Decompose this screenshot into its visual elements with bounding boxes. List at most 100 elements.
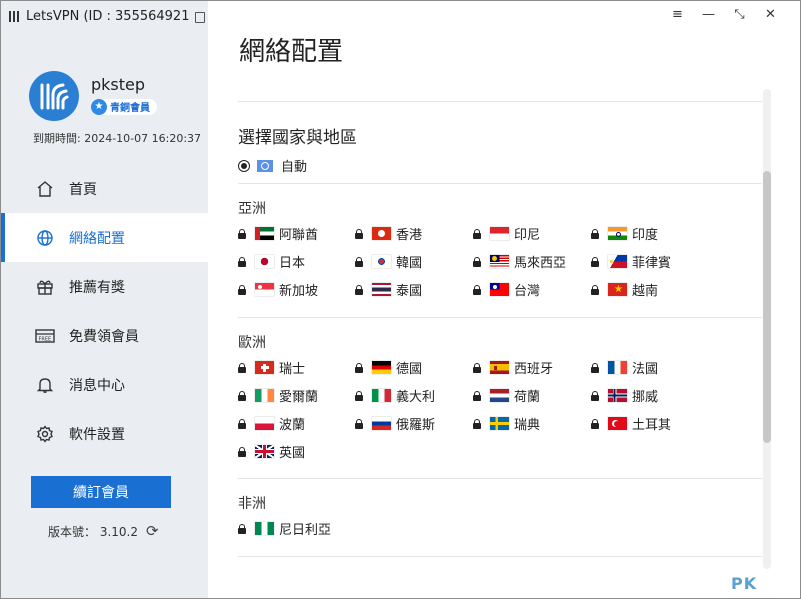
flag-fr-icon — [608, 361, 627, 374]
lock-icon — [591, 256, 599, 267]
lock-icon — [238, 523, 246, 534]
gear-icon — [35, 424, 55, 444]
country-name: 韓國 — [396, 256, 423, 271]
auto-select-option[interactable]: 自動 — [238, 156, 307, 175]
flag-ch-icon — [255, 361, 274, 374]
country-item[interactable]: 印尼 — [473, 224, 540, 243]
window-controls: ≡ — ⤡ ✕ — [662, 5, 786, 23]
country-item[interactable]: 俄羅斯 — [355, 414, 435, 433]
country-item[interactable]: 日本 — [238, 252, 305, 271]
flag-jp-icon — [255, 255, 274, 268]
menu-icon[interactable]: ≡ — [662, 5, 693, 23]
country-item[interactable]: 馬來西亞 — [473, 252, 566, 271]
country-item[interactable]: 香港 — [355, 224, 422, 243]
sidebar-item-settings[interactable]: 軟件設置 — [1, 409, 208, 458]
sidebar-item-network[interactable]: 網絡配置 — [1, 213, 208, 262]
flag-it-icon — [372, 389, 391, 402]
country-item[interactable]: 菲律賓 — [591, 252, 671, 271]
flag-ae-icon — [255, 227, 274, 240]
flag-vn-icon: ★ — [608, 283, 627, 296]
country-item[interactable]: 瑞士 — [238, 358, 305, 377]
country-item[interactable]: 西班牙 — [473, 358, 553, 377]
country-name: 瑞典 — [514, 418, 541, 433]
lock-icon — [591, 390, 599, 401]
country-item[interactable]: 挪威 — [591, 386, 658, 405]
country-item[interactable]: 尼日利亞 — [238, 519, 331, 538]
refresh-icon[interactable]: ⟳ — [146, 522, 159, 540]
country-item[interactable]: ★ 越南 — [591, 280, 658, 299]
free-ticket-icon: FREE — [35, 326, 55, 346]
country-name: 波蘭 — [279, 418, 306, 433]
minimize-icon[interactable]: — — [693, 5, 724, 23]
country-name: 西班牙 — [514, 362, 554, 377]
country-name: 阿聯酋 — [279, 228, 319, 243]
country-item[interactable]: 泰國 — [355, 280, 422, 299]
main-panel: ≡ — ⤡ ✕ 網絡配置 選擇國家與地區 自動 亞洲 阿聯酋 香港 印尼 印度 日本 韓國… — [208, 1, 800, 598]
flag-tw-icon — [490, 283, 509, 296]
lock-icon — [591, 284, 599, 295]
country-name: 日本 — [279, 256, 306, 271]
flag-pl-icon — [255, 417, 274, 430]
sidebar-item-messages[interactable]: 消息中心 — [1, 360, 208, 409]
country-item[interactable]: 德國 — [355, 358, 422, 377]
bell-icon — [35, 375, 55, 395]
lock-icon — [238, 228, 246, 239]
username: pkstep — [91, 75, 146, 94]
lock-icon — [473, 256, 481, 267]
sidebar-item-free-membership[interactable]: FREE 免費領會員 — [1, 311, 208, 360]
sidebar-item-label: 軟件設置 — [69, 426, 125, 443]
country-name: 馬來西亞 — [514, 256, 567, 271]
app-logo-icon — [9, 10, 20, 22]
country-item[interactable]: 印度 — [591, 224, 658, 243]
lock-icon — [238, 446, 246, 457]
flag-es-icon — [490, 361, 509, 374]
country-item[interactable]: 荷蘭 — [473, 386, 540, 405]
sidebar-item-label: 消息中心 — [69, 377, 125, 394]
country-name: 英國 — [279, 446, 306, 461]
copy-icon[interactable] — [195, 11, 206, 23]
flag-in-icon — [608, 227, 627, 240]
lock-icon — [591, 418, 599, 429]
country-item[interactable]: 法國 — [591, 358, 658, 377]
country-item[interactable]: 韓國 — [355, 252, 422, 271]
country-name: 俄羅斯 — [396, 418, 436, 433]
country-item[interactable]: 瑞典 — [473, 414, 540, 433]
sidebar-item-home[interactable]: 首頁 — [1, 164, 208, 213]
country-name: 瑞士 — [279, 362, 306, 377]
lock-icon — [473, 418, 481, 429]
sidebar-item-referral[interactable]: 推薦有獎 — [1, 262, 208, 311]
lock-icon — [473, 362, 481, 373]
country-name: 越南 — [632, 284, 659, 299]
country-item[interactable]: 英國 — [238, 442, 305, 461]
radio-selected-icon[interactable] — [238, 159, 250, 172]
scrollbar[interactable] — [763, 89, 771, 569]
country-name: 新加坡 — [279, 284, 319, 299]
sidebar-item-label: 網絡配置 — [69, 230, 125, 247]
region-title-asia: 亞洲 — [238, 201, 266, 217]
close-icon[interactable]: ✕ — [755, 5, 786, 23]
lock-icon — [473, 284, 481, 295]
country-name: 愛爾蘭 — [279, 390, 319, 405]
country-item[interactable]: 義大利 — [355, 386, 435, 405]
flag-gb-icon — [255, 445, 274, 458]
lock-icon — [238, 418, 246, 429]
country-item[interactable]: 愛爾蘭 — [238, 386, 318, 405]
sidebar: LetsVPN (ID : 355564921 ) pkstep — [1, 1, 216, 598]
renew-membership-button[interactable]: 續訂會員 — [31, 476, 171, 508]
country-item[interactable]: 阿聯酋 — [238, 224, 318, 243]
sidebar-item-label: 首頁 — [69, 181, 97, 198]
country-item[interactable]: 土耳其 — [591, 414, 671, 433]
country-item[interactable]: 台灣 — [473, 280, 540, 299]
region-title-europe: 歐洲 — [238, 335, 266, 351]
star-icon: ★ — [91, 98, 107, 115]
country-item[interactable]: 新加坡 — [238, 280, 318, 299]
flag-my-icon — [490, 255, 509, 268]
country-name: 台灣 — [514, 284, 541, 299]
scrollbar-thumb[interactable] — [763, 171, 771, 443]
resize-icon[interactable]: ⤡ — [724, 5, 755, 23]
divider — [238, 101, 762, 102]
lock-icon — [473, 390, 481, 401]
flag-nl-icon — [490, 389, 509, 402]
region-title-africa: 非洲 — [238, 496, 266, 512]
country-item[interactable]: 波蘭 — [238, 414, 305, 433]
